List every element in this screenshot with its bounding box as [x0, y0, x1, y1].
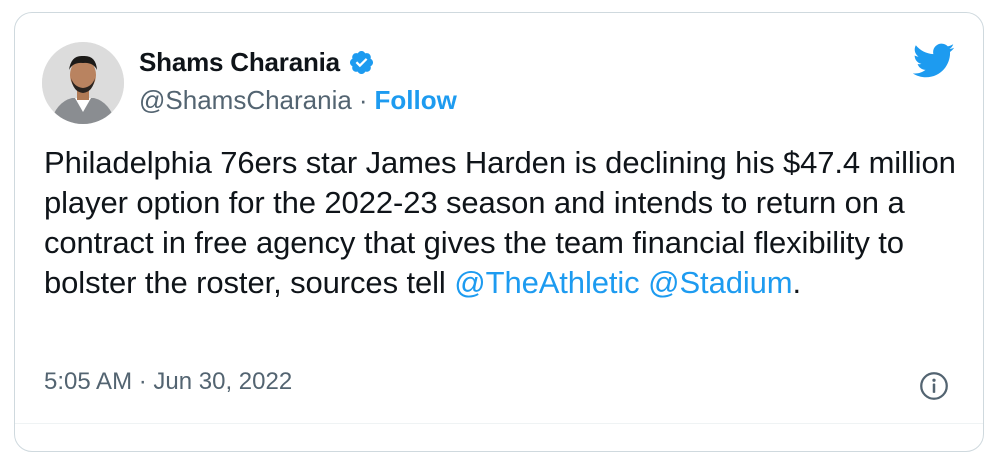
bottom-divider: [15, 423, 983, 424]
tweet-text: Philadelphia 76ers star James Harden is …: [44, 143, 964, 303]
author-name-row: Shams Charania: [139, 43, 457, 81]
mention-space: [640, 265, 649, 300]
author-info: Shams Charania @ShamsCharania · Follow: [139, 43, 457, 119]
author-handle-row: @ShamsCharania · Follow: [139, 81, 457, 119]
tweet-card: Shams Charania @ShamsCharania · Follow P…: [14, 12, 984, 452]
tweet-end-period: .: [792, 265, 802, 300]
separator-dot: ·: [358, 84, 368, 115]
follow-button[interactable]: Follow: [375, 85, 457, 116]
tweet-timestamp[interactable]: 5:05 AM · Jun 30, 2022: [44, 368, 292, 396]
author-handle[interactable]: @ShamsCharania: [139, 85, 352, 116]
info-icon[interactable]: [919, 371, 949, 401]
author-display-name[interactable]: Shams Charania: [139, 47, 340, 78]
twitter-bird-icon[interactable]: [913, 43, 955, 79]
author-avatar[interactable]: [42, 42, 124, 124]
mention-theathletic[interactable]: @TheAthletic: [454, 265, 639, 300]
mention-stadium[interactable]: @Stadium: [648, 265, 793, 300]
avatar-photo-icon: [42, 42, 124, 124]
verified-badge-icon: [349, 50, 373, 74]
